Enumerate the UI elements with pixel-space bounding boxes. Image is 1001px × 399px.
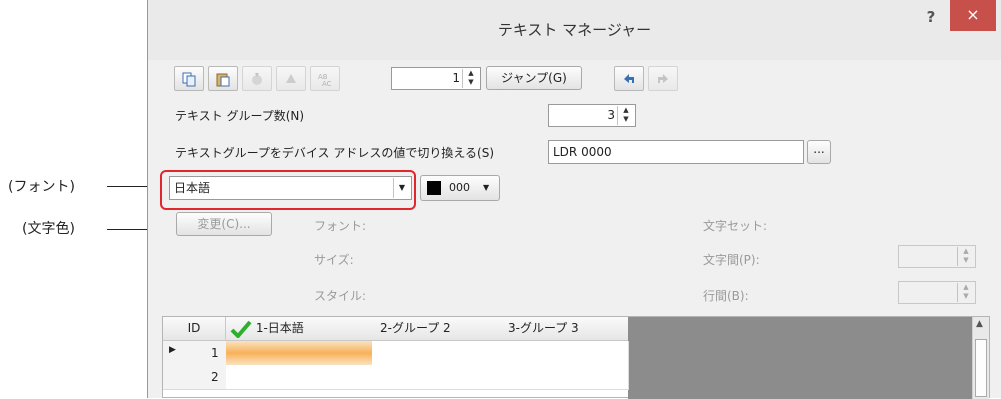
- copy-button[interactable]: [174, 66, 204, 91]
- next-group-button[interactable]: [648, 66, 678, 91]
- grid-header-group-2[interactable]: 2-グループ 2: [372, 317, 508, 341]
- grid-empty-area: [628, 317, 972, 399]
- group-number-value: 1: [452, 71, 460, 85]
- export-button[interactable]: [276, 66, 306, 91]
- checkmark-icon: [230, 320, 252, 339]
- grid-cell-selected[interactable]: [226, 341, 373, 366]
- paste-button[interactable]: [208, 66, 238, 91]
- group-count-value: 3: [607, 108, 615, 122]
- grid-cell[interactable]: [500, 341, 629, 366]
- charset-label: 文字セット:: [703, 219, 768, 233]
- scrollbar-thumb[interactable]: [975, 339, 987, 397]
- close-button[interactable]: ×: [950, 0, 996, 31]
- switch-by-address-label: テキストグループをデバイス アドレスの値で切り換える(S): [175, 146, 494, 160]
- row-id: 1: [211, 346, 219, 360]
- grid-header-group-3[interactable]: 3-グループ 3: [500, 317, 636, 341]
- text-color-select[interactable]: 000 ▼: [420, 175, 500, 201]
- spin-arrows-icon[interactable]: ▲ ▼: [617, 106, 634, 125]
- browse-button[interactable]: ...: [807, 140, 831, 164]
- font-select-value: 日本語: [174, 181, 211, 195]
- size-label: サイズ:: [314, 253, 354, 267]
- group-count-label: テキスト グループ数(N): [175, 109, 305, 123]
- group-count-stepper[interactable]: 3 ▲ ▼: [548, 104, 636, 127]
- char-spacing-stepper[interactable]: ▲ ▼: [898, 245, 976, 268]
- line-spacing-stepper[interactable]: ▲ ▼: [898, 281, 976, 304]
- font-select[interactable]: 日本語 ▼: [169, 176, 412, 200]
- color-swatch: [427, 181, 441, 195]
- svg-text:AC: AC: [322, 80, 332, 87]
- row-id: 2: [211, 370, 219, 384]
- font-label: フォント:: [314, 219, 367, 233]
- dropdown-arrow-icon: ▼: [483, 183, 490, 192]
- device-address-input[interactable]: LDR 0000: [548, 140, 804, 164]
- import-button[interactable]: [242, 66, 272, 91]
- font-annotation: (フォント): [8, 179, 75, 195]
- grid-cell[interactable]: [500, 365, 629, 390]
- spin-arrows-icon[interactable]: ▲ ▼: [957, 247, 974, 266]
- import-icon: [252, 72, 262, 85]
- text-color-annotation: (文字色): [22, 221, 75, 237]
- group-number-stepper[interactable]: 1 ▲ ▼: [391, 67, 481, 90]
- grid-header-group-1[interactable]: 1-日本語: [226, 317, 376, 341]
- jump-button[interactable]: ジャンプ(G): [486, 66, 582, 90]
- paste-icon: [216, 73, 230, 86]
- dropdown-arrow-icon[interactable]: ▼: [393, 178, 410, 198]
- change-font-button[interactable]: 変更(C)...: [176, 212, 272, 236]
- grid-header-id: ID: [163, 317, 226, 341]
- scroll-up-icon[interactable]: ▲: [976, 319, 983, 329]
- table-row[interactable]: 2: [163, 365, 227, 390]
- style-label: スタイル:: [314, 289, 367, 303]
- spin-arrows-icon[interactable]: ▲ ▼: [462, 69, 479, 88]
- grid-cell[interactable]: [372, 365, 501, 390]
- vertical-scrollbar[interactable]: ▲: [972, 317, 989, 399]
- table-row[interactable]: ▶ 1: [163, 341, 227, 366]
- text-color-value: 000: [449, 181, 470, 194]
- dialog-title: テキスト マネージャー: [497, 21, 652, 39]
- previous-group-button[interactable]: [614, 66, 644, 91]
- copy-icon: [182, 72, 196, 86]
- grid-header-label: 1-日本語: [255, 321, 304, 335]
- line-spacing-label: 行間(B):: [703, 289, 749, 303]
- help-button[interactable]: ?: [916, 8, 946, 32]
- spin-arrows-icon[interactable]: ▲ ▼: [957, 283, 974, 302]
- row-pointer-icon: ▶: [169, 345, 176, 355]
- export-icon: [286, 73, 296, 83]
- grid-cell[interactable]: [226, 365, 373, 390]
- char-spacing-label: 文字間(P):: [703, 253, 760, 267]
- arrow-up-left-icon: [624, 73, 634, 83]
- replace-button[interactable]: AB AC: [310, 66, 340, 91]
- text-grid: ID 1-日本語 2-グループ 2 3-グループ 3 ▶ 1 2 ▲: [162, 316, 990, 399]
- grid-cell[interactable]: [372, 341, 501, 366]
- arrow-up-right-icon: [658, 73, 668, 83]
- replace-icon: ABAC: [318, 73, 332, 87]
